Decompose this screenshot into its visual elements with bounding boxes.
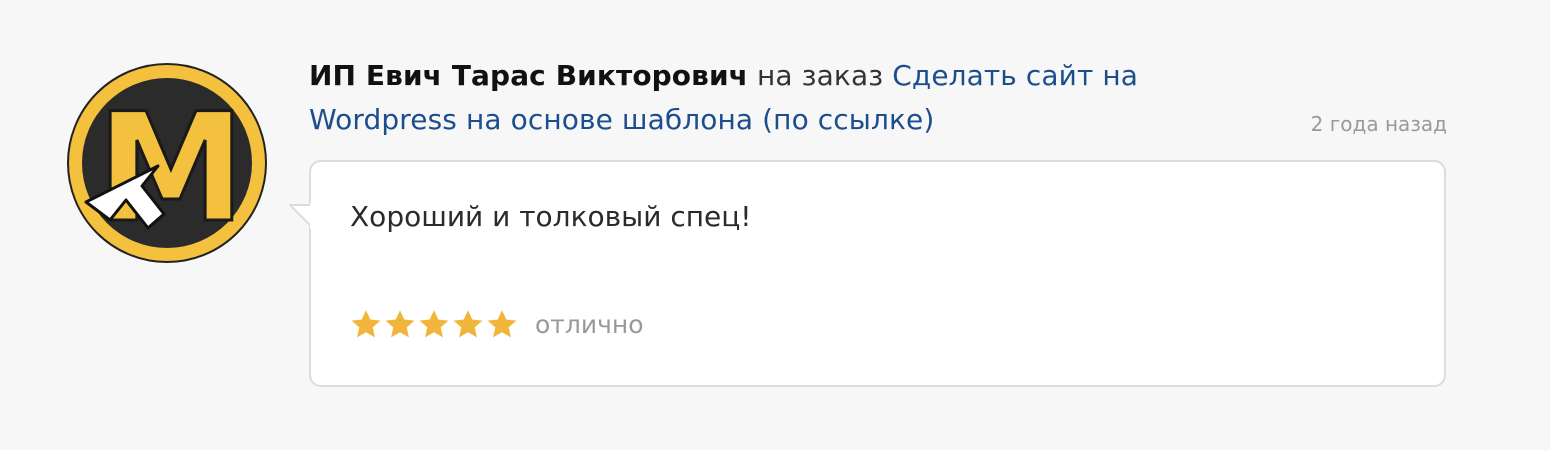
avatar-letter: M bbox=[96, 82, 245, 256]
author-name[interactable]: ИП Евич Тарас Викторович bbox=[309, 59, 748, 92]
review-bubble: Хороший и толковый спец! отлично bbox=[289, 160, 1446, 387]
rating: отлично bbox=[349, 308, 644, 341]
rating-stars bbox=[349, 308, 519, 341]
rating-label: отлично bbox=[535, 310, 644, 339]
review-timestamp: 2 года назад bbox=[1310, 112, 1447, 136]
star-icon bbox=[419, 310, 449, 338]
star-icon bbox=[351, 310, 381, 338]
review-text: Хороший и толковый спец! bbox=[350, 200, 752, 233]
avatar[interactable]: M bbox=[66, 62, 268, 264]
star-icon bbox=[487, 310, 517, 338]
star-icon bbox=[385, 310, 415, 338]
order-connector: на заказ bbox=[757, 59, 884, 92]
review-heading: ИП Евич Тарас Викторович на заказ Сделат… bbox=[309, 54, 1209, 142]
star-icon bbox=[453, 310, 483, 338]
bubble-tail bbox=[288, 203, 312, 229]
m-letter-logo-icon: M bbox=[67, 63, 267, 263]
review-card: M ИП Евич Тарас Викторович на заказ Сдел… bbox=[0, 0, 1550, 450]
